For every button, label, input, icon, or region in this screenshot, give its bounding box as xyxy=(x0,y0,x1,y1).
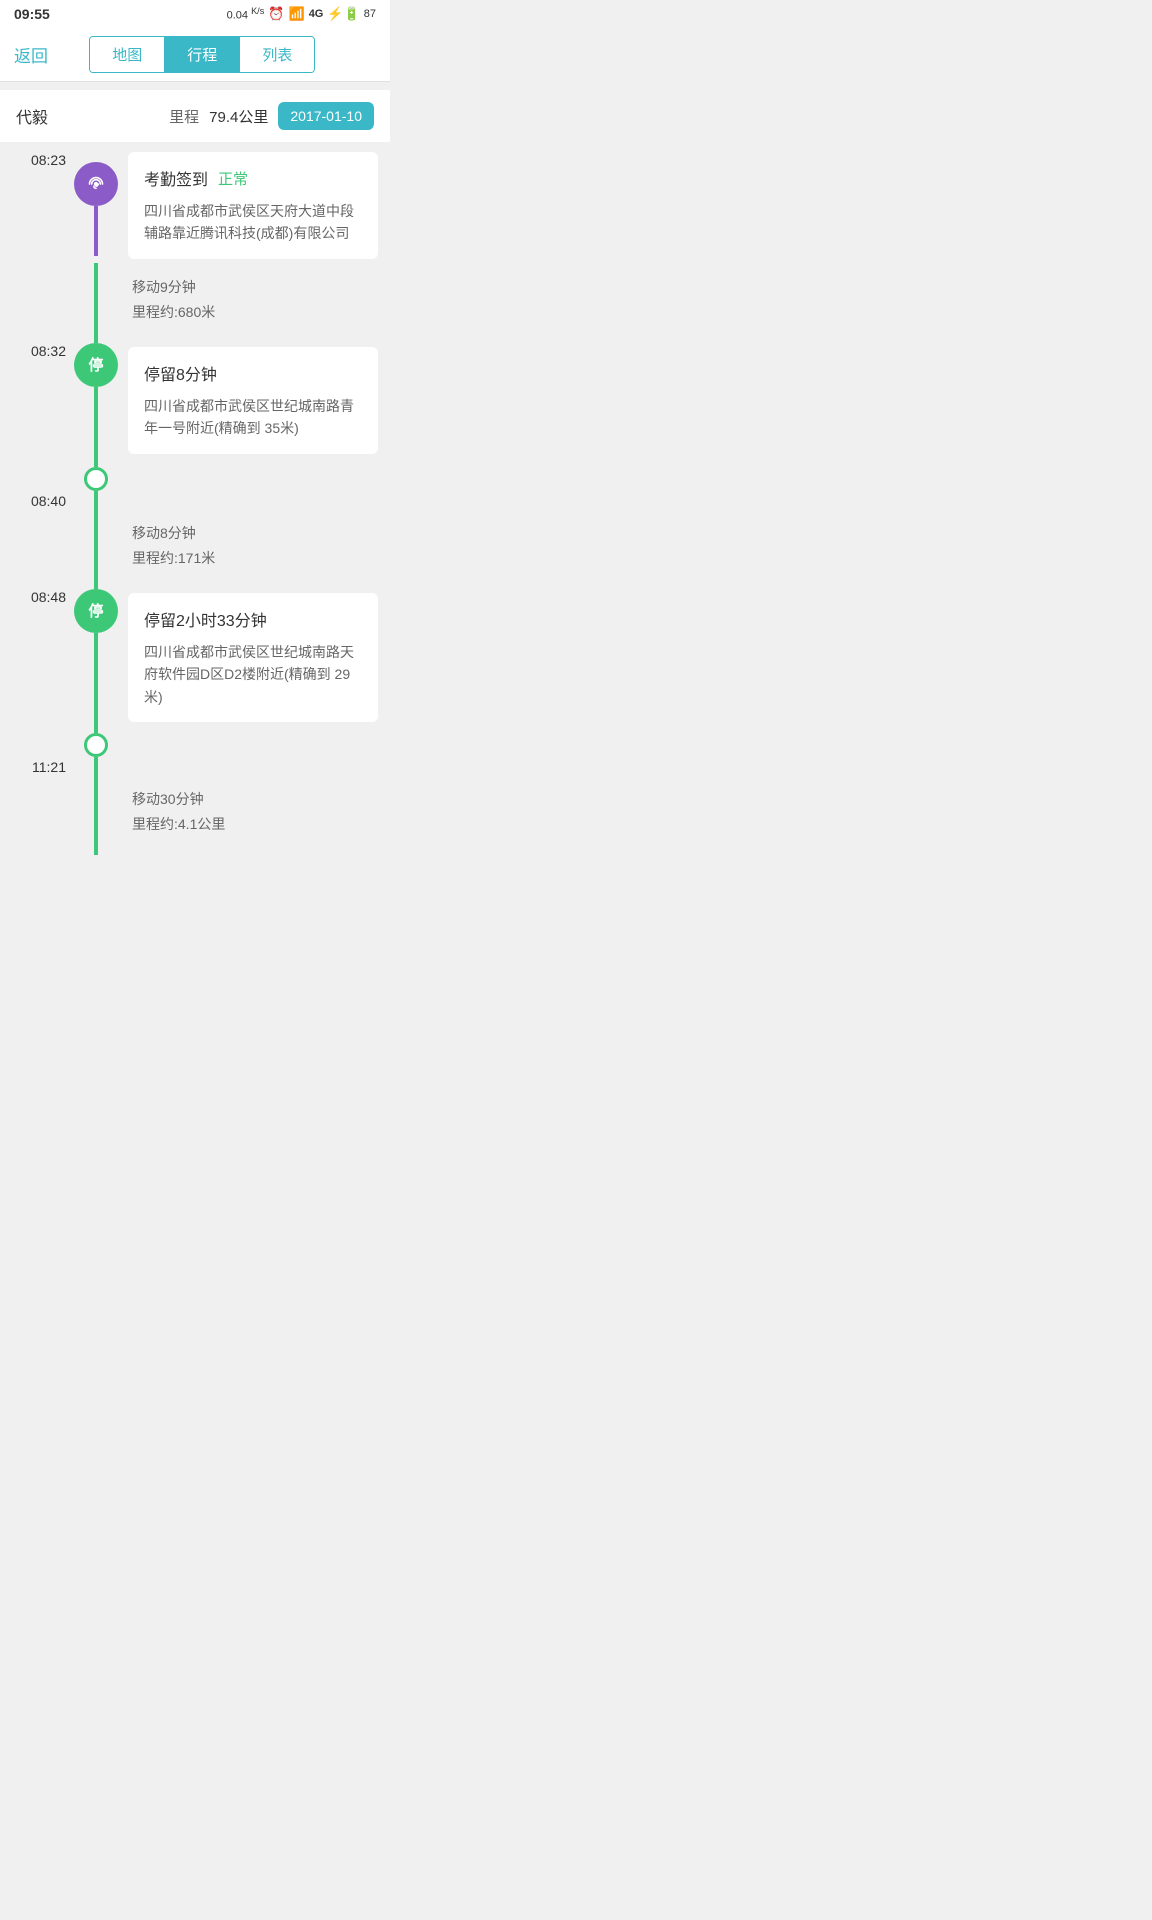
timeline-move-1: 移动9分钟 里程约:680米 xyxy=(16,263,390,343)
time-0823: 08:23 xyxy=(22,152,72,168)
time-0840: 08:40 xyxy=(22,493,72,509)
move-card-3: 移动30分钟 里程约:4.1公里 xyxy=(128,775,378,849)
info-bar: 代毅 里程 79.4公里 2017-01-10 xyxy=(0,90,390,142)
checkin-card: 考勤签到 正常 四川省成都市武侯区天府大道中段辅路靠近腾讯科技(成都)有限公司 xyxy=(128,152,378,259)
nav-bar: 返回 地图 行程 列表 xyxy=(0,28,390,82)
tab-map[interactable]: 地图 xyxy=(90,37,165,72)
date-badge: 2017-01-10 xyxy=(278,102,374,130)
move-card-2: 移动8分钟 里程约:171米 xyxy=(128,509,378,583)
end-dot-1 xyxy=(84,467,108,491)
stop-card-1: 停留8分钟 四川省成都市武侯区世纪城南路青年一号附近(精确到 35米) xyxy=(128,347,378,454)
stop-node-1: 停 xyxy=(74,343,118,387)
tab-trip[interactable]: 行程 xyxy=(165,37,240,72)
status-time: 09:55 xyxy=(14,6,50,22)
checkin-title: 考勤签到 xyxy=(144,166,208,190)
mileage-value: 79.4公里 xyxy=(209,106,268,127)
status-bar: 09:55 0.04 K/s ⏰ 📶 4G ⚡🔋 87 xyxy=(0,0,390,28)
time-1121: 11:21 xyxy=(22,759,72,775)
timeline-move-2: 移动8分钟 里程约:171米 xyxy=(16,509,390,589)
time-0848: 08:48 xyxy=(22,589,72,605)
battery-icon: ⚡🔋 xyxy=(327,6,359,22)
tab-list[interactable]: 列表 xyxy=(240,37,314,72)
checkin-node xyxy=(74,162,118,206)
time-0832: 08:32 xyxy=(22,343,72,359)
stop-address-2: 四川省成都市武侯区世纪城南路天府软件园D区D2楼附近(精确到 29米) xyxy=(144,641,362,708)
move-distance-1: 里程约:680米 xyxy=(132,300,378,325)
battery-level: 87 xyxy=(364,8,376,20)
timeline-entry-checkin: 08:23 xyxy=(16,152,390,263)
move-duration-1: 移动9分钟 xyxy=(132,275,378,300)
timeline-entry-stop1: 08:32 停 停留8分钟 四川省成都市武侯区世纪城南路青年一号附近(精确到 3… xyxy=(16,343,390,509)
nav-tabs: 地图 行程 列表 xyxy=(89,36,315,73)
signal-icon: 4G xyxy=(309,8,324,20)
wifi-icon: 📶 xyxy=(289,6,305,22)
stop-card-2: 停留2小时33分钟 四川省成都市武侯区世纪城南路天府软件园D区D2楼附近(精确到… xyxy=(128,593,378,722)
speed-indicator: 0.04 K/s xyxy=(227,6,265,22)
status-right: 0.04 K/s ⏰ 📶 4G ⚡🔋 87 xyxy=(227,6,376,22)
stop-node-2: 停 xyxy=(74,589,118,633)
end-dot-2 xyxy=(84,733,108,757)
move-distance-2: 里程约:171米 xyxy=(132,546,378,571)
move-distance-3: 里程约:4.1公里 xyxy=(132,812,378,837)
stop-title-1: 停留8分钟 xyxy=(144,361,362,385)
back-button[interactable]: 返回 xyxy=(14,42,48,67)
clock-icon: ⏰ xyxy=(268,6,284,22)
move-duration-3: 移动30分钟 xyxy=(132,787,378,812)
driver-name: 代毅 xyxy=(16,104,48,128)
stop-address-1: 四川省成都市武侯区世纪城南路青年一号附近(精确到 35米) xyxy=(144,395,362,440)
move-card-1: 移动9分钟 里程约:680米 xyxy=(128,263,378,337)
timeline-move-3: 移动30分钟 里程约:4.1公里 xyxy=(16,775,390,855)
move-duration-2: 移动8分钟 xyxy=(132,521,378,546)
checkin-address: 四川省成都市武侯区天府大道中段辅路靠近腾讯科技(成都)有限公司 xyxy=(144,200,362,245)
checkin-status: 正常 xyxy=(218,168,248,189)
stop-title-2: 停留2小时33分钟 xyxy=(144,607,362,631)
timeline: 08:23 xyxy=(0,142,390,875)
mileage-label: 里程 xyxy=(169,106,199,127)
timeline-entry-stop2: 08:48 停 停留2小时33分钟 四川省成都市武侯区世纪城南路天府软件园D区D… xyxy=(16,589,390,775)
